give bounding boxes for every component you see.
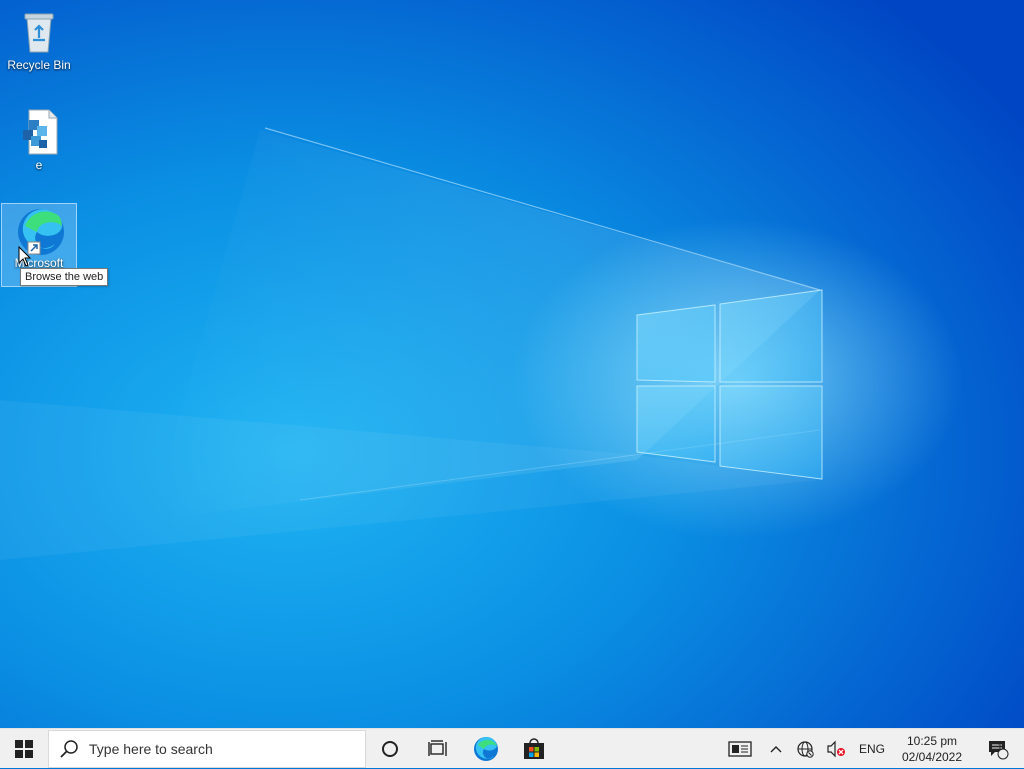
search-input[interactable] bbox=[87, 739, 351, 758]
notification-count-badge: 1 bbox=[997, 741, 1003, 753]
mouse-cursor-icon bbox=[18, 246, 32, 267]
recycle-bin-icon bbox=[15, 8, 63, 56]
news-button[interactable] bbox=[718, 729, 762, 769]
show-hidden-icons-button[interactable] bbox=[762, 729, 790, 769]
language-indicator[interactable]: ENG bbox=[852, 729, 892, 769]
task-view-button[interactable] bbox=[414, 729, 462, 769]
desktop-icon-recycle-bin[interactable]: Recycle Bin bbox=[6, 8, 72, 72]
volume-muted-icon bbox=[827, 740, 845, 757]
file-icon bbox=[15, 108, 63, 156]
task-view-icon bbox=[428, 739, 447, 756]
taskbar: ENG 10:25 pm 02/04/2022 1 bbox=[0, 728, 1024, 768]
desktop-icon-label: Recycle Bin bbox=[7, 58, 71, 72]
store-icon bbox=[524, 737, 544, 759]
globe-icon bbox=[797, 740, 814, 758]
search-icon bbox=[60, 739, 78, 758]
clock-time: 10:25 pm bbox=[906, 733, 958, 748]
clock-date: 02/04/2022 bbox=[901, 749, 963, 764]
tooltip: Browse the web bbox=[20, 268, 109, 286]
desktop-wallpaper bbox=[0, 0, 1024, 728]
network-button[interactable] bbox=[790, 729, 820, 769]
desktop-icon-file-e[interactable]: e bbox=[6, 108, 72, 172]
news-icon bbox=[728, 740, 752, 757]
edge-taskbar-button[interactable] bbox=[462, 729, 510, 769]
clock[interactable]: 10:25 pm 02/04/2022 bbox=[892, 729, 972, 769]
system-tray: ENG 10:25 pm 02/04/2022 1 bbox=[718, 729, 1024, 769]
search-box[interactable] bbox=[48, 729, 366, 768]
desktop-icon-label: e bbox=[35, 158, 43, 172]
cortana-icon bbox=[382, 740, 398, 757]
edge-icon bbox=[474, 736, 498, 761]
volume-button[interactable] bbox=[820, 729, 852, 769]
cortana-button[interactable] bbox=[366, 729, 414, 769]
windows-logo-icon bbox=[15, 739, 33, 758]
chevron-up-icon bbox=[770, 745, 782, 752]
start-button[interactable] bbox=[0, 729, 48, 769]
action-center-button[interactable]: 1 bbox=[972, 729, 1024, 769]
store-taskbar-button[interactable] bbox=[510, 729, 558, 769]
